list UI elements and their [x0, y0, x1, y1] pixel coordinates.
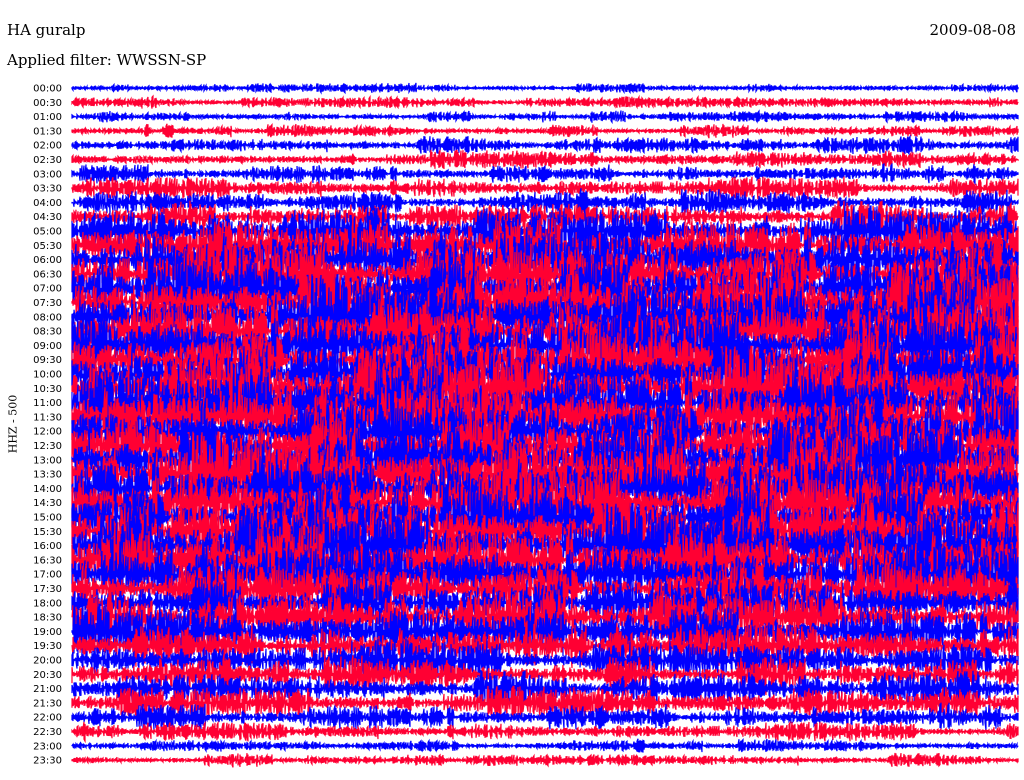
- time-label: 14:30: [33, 498, 62, 509]
- time-label: 12:00: [33, 427, 62, 438]
- time-label: 15:30: [33, 527, 62, 538]
- time-label: 21:30: [33, 698, 62, 709]
- time-label: 01:00: [33, 112, 62, 123]
- trace-0200: [71, 134, 1019, 157]
- time-label-group: 00:00 00:30 01:00 01:30 02:00 02:30 03:00 03:30…: [33, 84, 62, 767]
- time-label: 10:00: [33, 370, 62, 381]
- time-label: 00:00: [33, 84, 62, 95]
- time-label: 09:00: [33, 341, 62, 352]
- trace-0000: [71, 82, 1019, 95]
- time-label: 19:30: [33, 641, 62, 652]
- time-label: 19:00: [33, 627, 62, 638]
- time-label: 03:00: [33, 169, 62, 180]
- time-label: 04:00: [33, 198, 62, 209]
- time-label: 11:30: [33, 412, 62, 423]
- time-label: 10:30: [33, 384, 62, 395]
- trace-2230: [71, 720, 1019, 744]
- time-label: 21:00: [33, 684, 62, 695]
- time-label: 09:30: [33, 355, 62, 366]
- time-label: 22:00: [33, 713, 62, 724]
- time-label: 02:30: [33, 155, 62, 166]
- helicorder-view: HA guralp Applied filter: WWSSN-SP 2009-…: [0, 0, 1024, 780]
- time-label: 15:00: [33, 513, 62, 524]
- trace-0130: [71, 123, 1019, 139]
- time-label: 05:00: [33, 227, 62, 238]
- time-label: 18:00: [33, 598, 62, 609]
- time-label: 05:30: [33, 241, 62, 252]
- time-label: 16:30: [33, 555, 62, 566]
- seismogram-plot: 00:00 00:30 01:00 01:30 02:00 02:30 03:00 03:30…: [33, 82, 1019, 768]
- time-label: 07:00: [33, 284, 62, 295]
- time-label: 02:00: [33, 141, 62, 152]
- time-label: 06:30: [33, 269, 62, 280]
- time-label: 08:30: [33, 327, 62, 338]
- time-label: 01:30: [33, 126, 62, 137]
- time-label: 20:30: [33, 670, 62, 681]
- time-label: 23:30: [33, 756, 62, 767]
- time-label: 07:30: [33, 298, 62, 309]
- time-label: 14:00: [33, 484, 62, 495]
- time-label: 22:30: [33, 727, 62, 738]
- time-label: 11:00: [33, 398, 62, 409]
- time-label: 20:00: [33, 656, 62, 667]
- time-label: 16:00: [33, 541, 62, 552]
- trace-2330: [71, 752, 1019, 768]
- trace-2300: [71, 737, 1019, 754]
- time-label: 08:00: [33, 312, 62, 323]
- time-label: 04:30: [33, 212, 62, 223]
- trace-0300: [71, 163, 1019, 186]
- time-label: 06:00: [33, 255, 62, 266]
- time-label: 23:00: [33, 741, 62, 752]
- time-label: 13:30: [33, 470, 62, 481]
- trace-group: [71, 82, 1019, 768]
- time-label: 12:30: [33, 441, 62, 452]
- time-label: 18:30: [33, 613, 62, 624]
- time-label: 13:00: [33, 455, 62, 466]
- time-label: 17:00: [33, 570, 62, 581]
- time-label: 03:30: [33, 184, 62, 195]
- trace-0030: [71, 94, 1019, 110]
- time-label: 17:30: [33, 584, 62, 595]
- time-label: 00:30: [33, 98, 62, 109]
- trace-0100: [71, 109, 1019, 125]
